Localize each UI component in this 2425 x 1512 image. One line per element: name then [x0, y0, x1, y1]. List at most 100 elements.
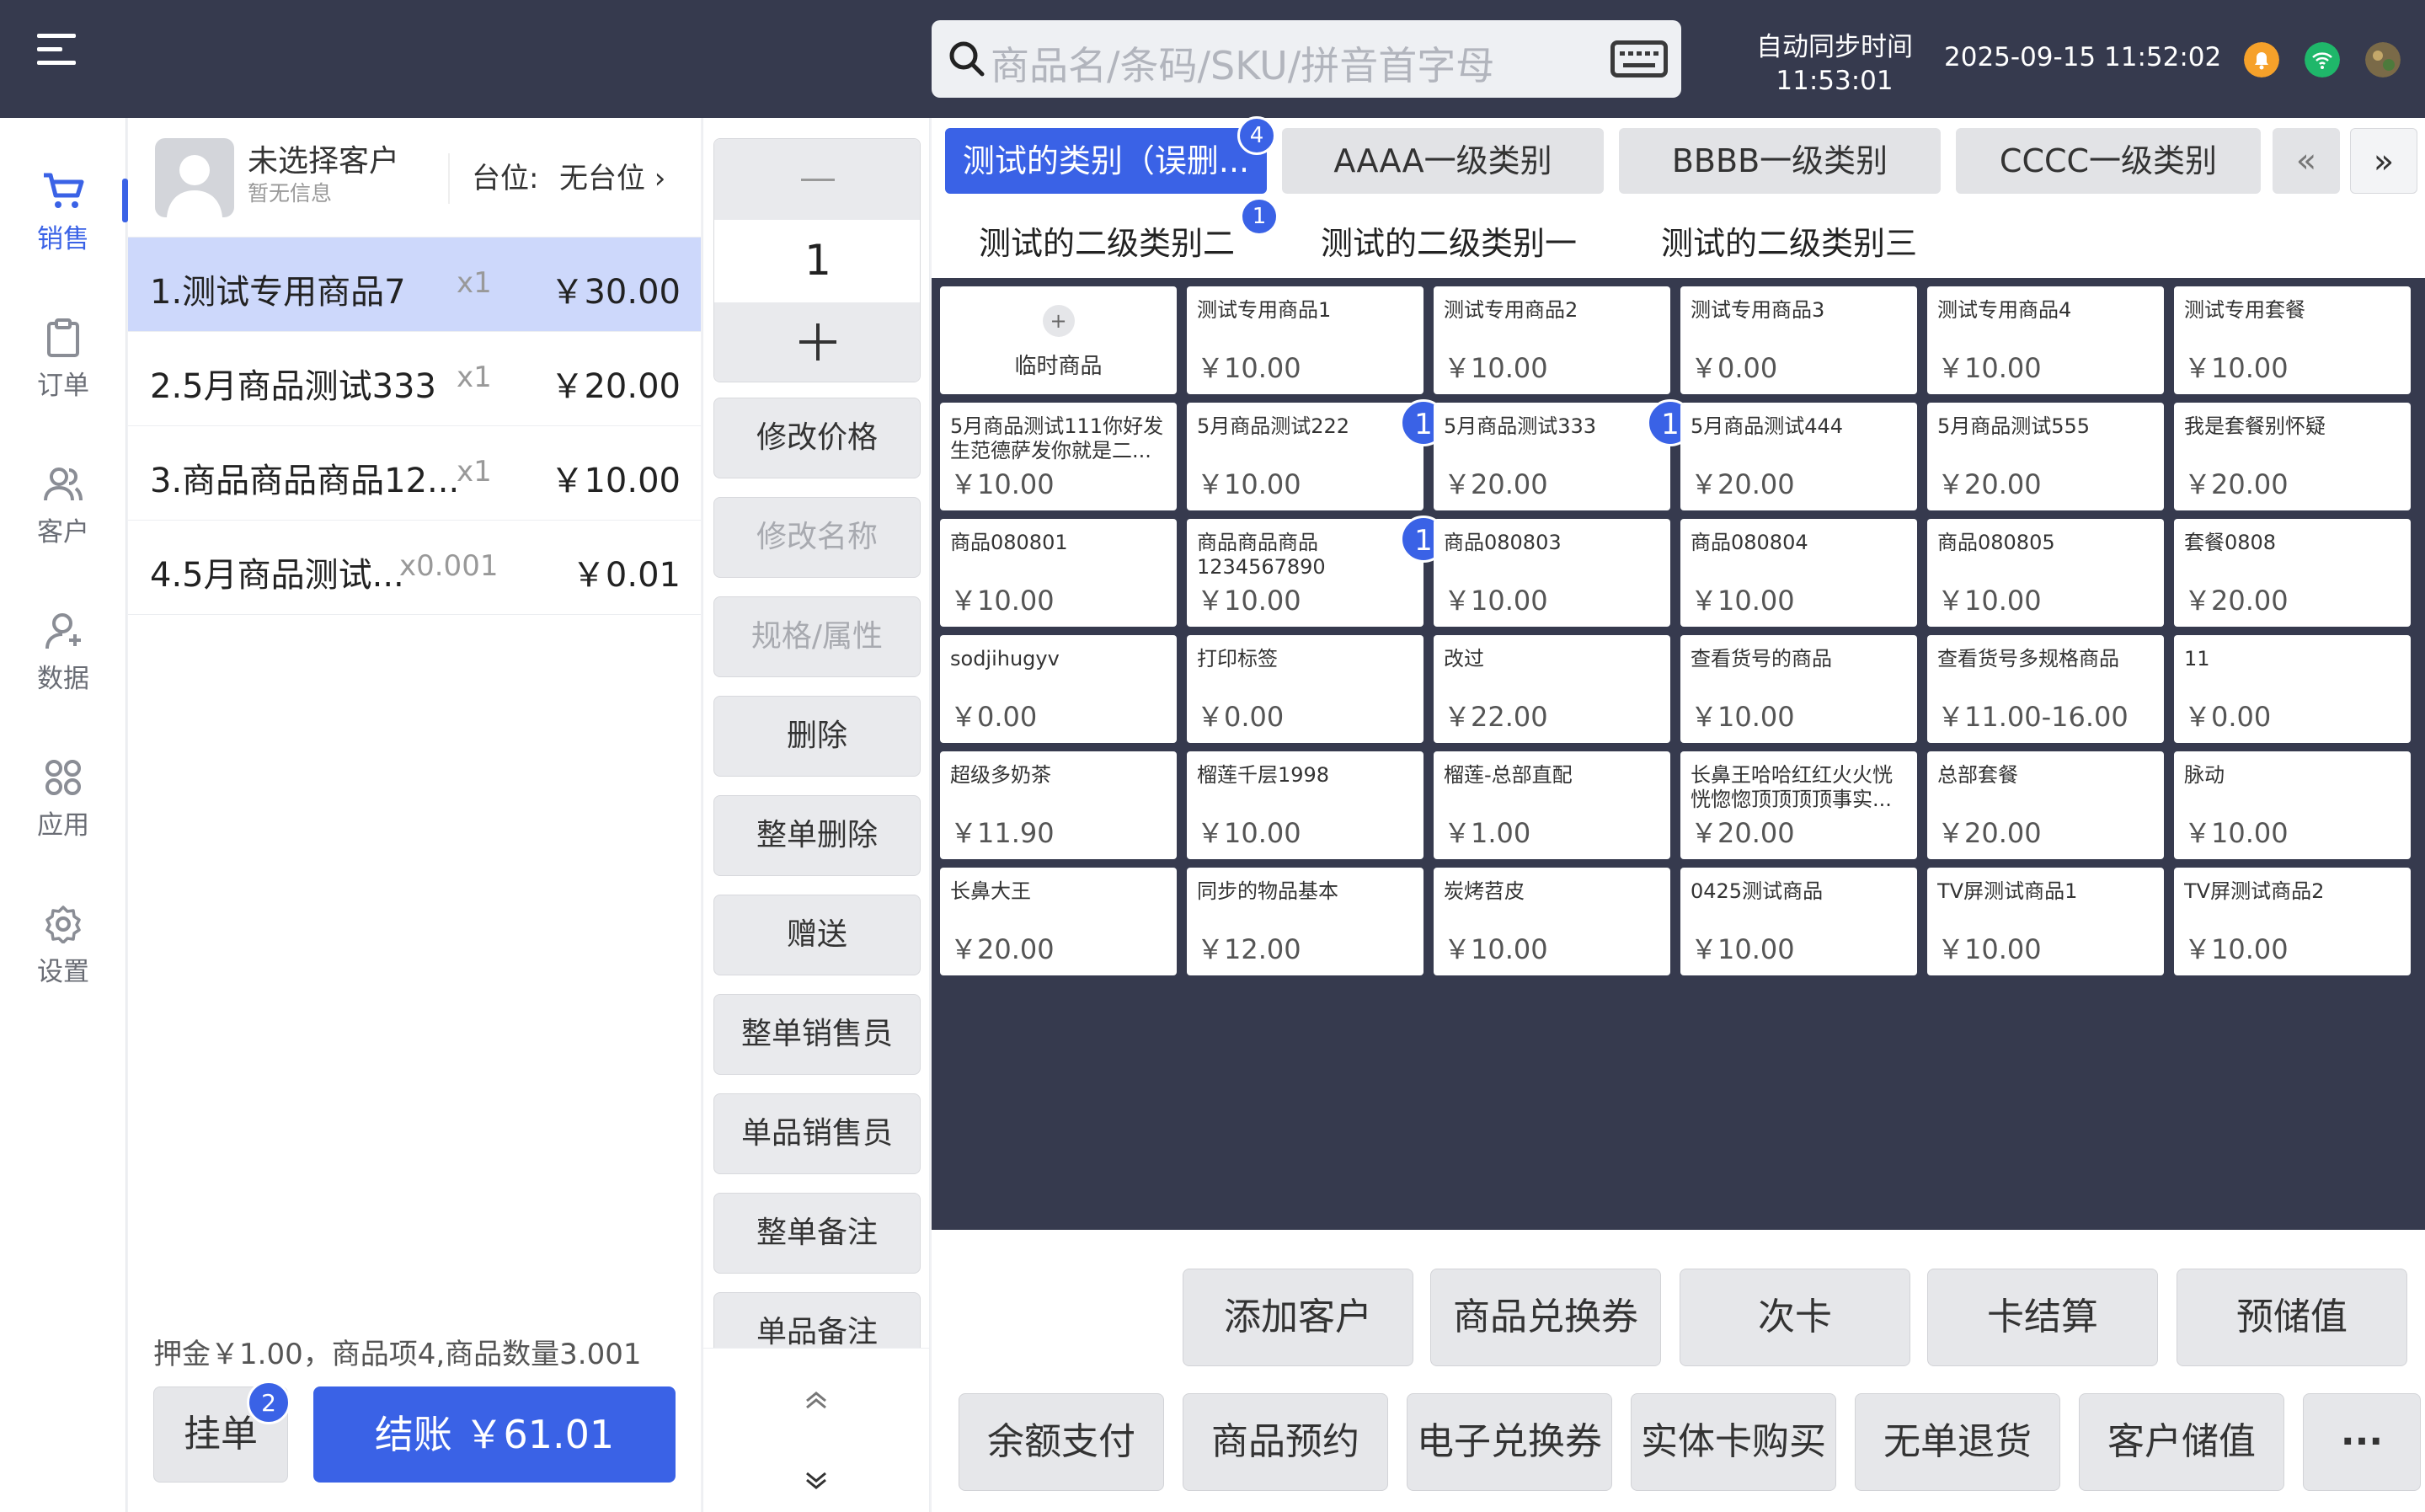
- qty-value[interactable]: 1: [714, 220, 920, 301]
- category-tab[interactable]: AAAA一级类别: [1282, 128, 1604, 194]
- temp-product-card[interactable]: + 临时商品: [940, 286, 1177, 394]
- nav-item-sales[interactable]: 销售: [0, 172, 126, 255]
- scroll-down-icon[interactable]: [803, 1472, 830, 1492]
- customer-deposit-button[interactable]: 客户储值: [2079, 1393, 2284, 1491]
- category-tab[interactable]: BBBB一级类别: [1619, 128, 1941, 194]
- nav-item-customers[interactable]: 客户: [0, 465, 126, 548]
- hold-order-button[interactable]: 挂单 2: [153, 1381, 291, 1483]
- product-card[interactable]: sodjihugyv ￥0.00: [940, 635, 1177, 743]
- hold-count-badge: 2: [247, 1381, 291, 1424]
- product-card[interactable]: 榴莲-总部直配 ￥1.00: [1434, 751, 1670, 859]
- product-card[interactable]: 商品080805 ￥10.00: [1927, 519, 2164, 627]
- product-card[interactable]: 超级多奶茶 ￥11.90: [940, 751, 1177, 859]
- product-name: 测试专用套餐: [2184, 298, 2305, 322]
- product-card[interactable]: 11 ￥0.00: [2174, 635, 2411, 743]
- card-settle-button[interactable]: 卡结算: [1927, 1269, 2158, 1366]
- product-card[interactable]: 查看货号多规格商品 ￥11.00-16.00: [1927, 635, 2164, 743]
- checkout-button[interactable]: 结账 ￥61.01: [313, 1386, 676, 1483]
- no-receipt-return-button[interactable]: 无单退货: [1855, 1393, 2060, 1491]
- product-card[interactable]: 查看货号的商品 ￥10.00: [1680, 635, 1917, 743]
- nav-item-apps[interactable]: 应用: [0, 758, 126, 841]
- product-price: ￥20.00: [2184, 585, 2289, 617]
- product-card[interactable]: 商品080803 ￥10.00: [1434, 519, 1670, 627]
- product-card[interactable]: TV屏测试商品1 ￥10.00: [1927, 868, 2164, 975]
- increase-qty-button[interactable]: [714, 302, 920, 382]
- cart-row[interactable]: 4.5月商品测试... x0.001 ￥0.01: [128, 521, 701, 615]
- product-name: 同步的物品基本: [1197, 879, 1338, 903]
- product-card[interactable]: 5月商品测试222 ￥10.00: [1187, 403, 1423, 510]
- category-prev-button[interactable]: «: [2273, 128, 2340, 194]
- times-card-button[interactable]: 次卡: [1680, 1269, 1910, 1366]
- customer-selector[interactable]: 未选择客户 暂无信息 台位: 无台位 ›: [128, 118, 701, 238]
- product-card[interactable]: 炭烤苕皮 ￥10.00: [1434, 868, 1670, 975]
- product-card[interactable]: TV屏测试商品2 ￥10.00: [2174, 868, 2411, 975]
- e-voucher-button[interactable]: 电子兑换券: [1407, 1393, 1612, 1491]
- product-card[interactable]: 商品080801 ￥10.00: [940, 519, 1177, 627]
- decrease-qty-button[interactable]: [714, 139, 920, 220]
- product-card[interactable]: 5月商品测试333 ￥20.00: [1434, 403, 1670, 510]
- product-card[interactable]: 同步的物品基本 ￥12.00: [1187, 868, 1423, 975]
- product-card[interactable]: 测试专用商品4 ￥10.00: [1927, 286, 2164, 394]
- nav-item-settings[interactable]: 设置: [0, 905, 126, 988]
- more-button[interactable]: ···: [2303, 1393, 2421, 1491]
- cart-row[interactable]: 1.测试专用商品7 x1 ￥30.00: [128, 238, 701, 332]
- category-tab[interactable]: CCCC一级类别: [1956, 128, 2261, 194]
- product-reserve-button[interactable]: 商品预约: [1183, 1393, 1388, 1491]
- product-name: 商品080805: [1937, 531, 2055, 554]
- add-customer-button[interactable]: 添加客户: [1183, 1269, 1413, 1366]
- product-card[interactable]: 打印标签 ￥0.00: [1187, 635, 1423, 743]
- balance-pay-button[interactable]: 余额支付: [959, 1393, 1164, 1491]
- product-card[interactable]: 0425测试商品 ￥10.00: [1680, 868, 1917, 975]
- category-next-button[interactable]: »: [2350, 128, 2417, 194]
- subcategory-tab[interactable]: 测试的二级类别二: [979, 217, 1235, 264]
- subcategory-tab[interactable]: 测试的二级类别三: [1661, 217, 1917, 264]
- cart-item-qty: x0.001: [399, 549, 499, 583]
- nav-item-data[interactable]: 数据: [0, 612, 126, 695]
- menu-icon[interactable]: [37, 34, 76, 67]
- product-card[interactable]: 商品080804 ￥10.00: [1680, 519, 1917, 627]
- scroll-up-icon[interactable]: [803, 1389, 830, 1409]
- product-card[interactable]: 榴莲千层1998 ￥10.00: [1187, 751, 1423, 859]
- prepaid-button[interactable]: 预储值: [2177, 1269, 2407, 1366]
- product-card[interactable]: 长鼻王哈哈红红火火恍恍惚惚顶顶顶顶事实... ￥20.00: [1680, 751, 1917, 859]
- cart-row[interactable]: 3.商品商品商品12... x1 ￥10.00: [128, 426, 701, 521]
- product-card[interactable]: 测试专用商品3 ￥0.00: [1680, 286, 1917, 394]
- cart-row[interactable]: 2.5月商品测试333 x1 ￥20.00: [128, 332, 701, 426]
- product-card[interactable]: 5月商品测试444 ￥20.00: [1680, 403, 1917, 510]
- spec-attr-button[interactable]: 规格/属性: [713, 596, 921, 677]
- product-card[interactable]: 测试专用商品1 ￥10.00: [1187, 286, 1423, 394]
- product-card[interactable]: 套餐0808 ￥20.00: [2174, 519, 2411, 627]
- product-card[interactable]: 总部套餐 ￥20.00: [1927, 751, 2164, 859]
- nav-item-orders[interactable]: 订单: [0, 318, 126, 402]
- table-selector[interactable]: 无台位 ›: [559, 155, 665, 196]
- physical-card-button[interactable]: 实体卡购买: [1631, 1393, 1836, 1491]
- delete-all-button[interactable]: 整单删除: [713, 795, 921, 876]
- edit-name-button[interactable]: 修改名称: [713, 497, 921, 578]
- order-note-button[interactable]: 整单备注: [713, 1193, 921, 1274]
- gift-button[interactable]: 赠送: [713, 895, 921, 975]
- keyboard-icon[interactable]: [1610, 40, 1668, 77]
- subcategory-tab[interactable]: 测试的二级类别一: [1321, 217, 1577, 264]
- product-card[interactable]: 5月商品测试111你好发生范德萨发你就是二... ￥10.00: [940, 403, 1177, 510]
- product-card[interactable]: 商品商品商品1234567890 ￥10.00: [1187, 519, 1423, 627]
- product-card[interactable]: 我是套餐别怀疑 ￥20.00: [2174, 403, 2411, 510]
- product-card[interactable]: 5月商品测试555 ￥20.00: [1927, 403, 2164, 510]
- delete-button[interactable]: 删除: [713, 696, 921, 777]
- product-price: ￥10.00: [1197, 817, 1301, 849]
- order-salesperson-button[interactable]: 整单销售员: [713, 994, 921, 1075]
- wifi-icon[interactable]: [2305, 42, 2340, 77]
- bell-icon[interactable]: [2244, 42, 2279, 77]
- user-avatar-icon[interactable]: [2365, 42, 2401, 77]
- cart-item-qty: x1: [457, 266, 492, 300]
- product-voucher-button[interactable]: 商品兑换券: [1430, 1269, 1661, 1366]
- product-card[interactable]: 改过 ￥22.00: [1434, 635, 1670, 743]
- category-tab-active[interactable]: 测试的类别（误删...: [945, 128, 1267, 194]
- product-card[interactable]: 测试专用商品2 ￥10.00: [1434, 286, 1670, 394]
- search-input[interactable]: 商品名/条码/SKU/拼音首字母: [932, 20, 1681, 98]
- cart-icon: [44, 173, 84, 208]
- product-card[interactable]: 脉动 ￥10.00: [2174, 751, 2411, 859]
- product-card[interactable]: 长鼻大王 ￥20.00: [940, 868, 1177, 975]
- product-card[interactable]: 测试专用套餐 ￥10.00: [2174, 286, 2411, 394]
- edit-price-button[interactable]: 修改价格: [713, 398, 921, 478]
- item-salesperson-button[interactable]: 单品销售员: [713, 1093, 921, 1174]
